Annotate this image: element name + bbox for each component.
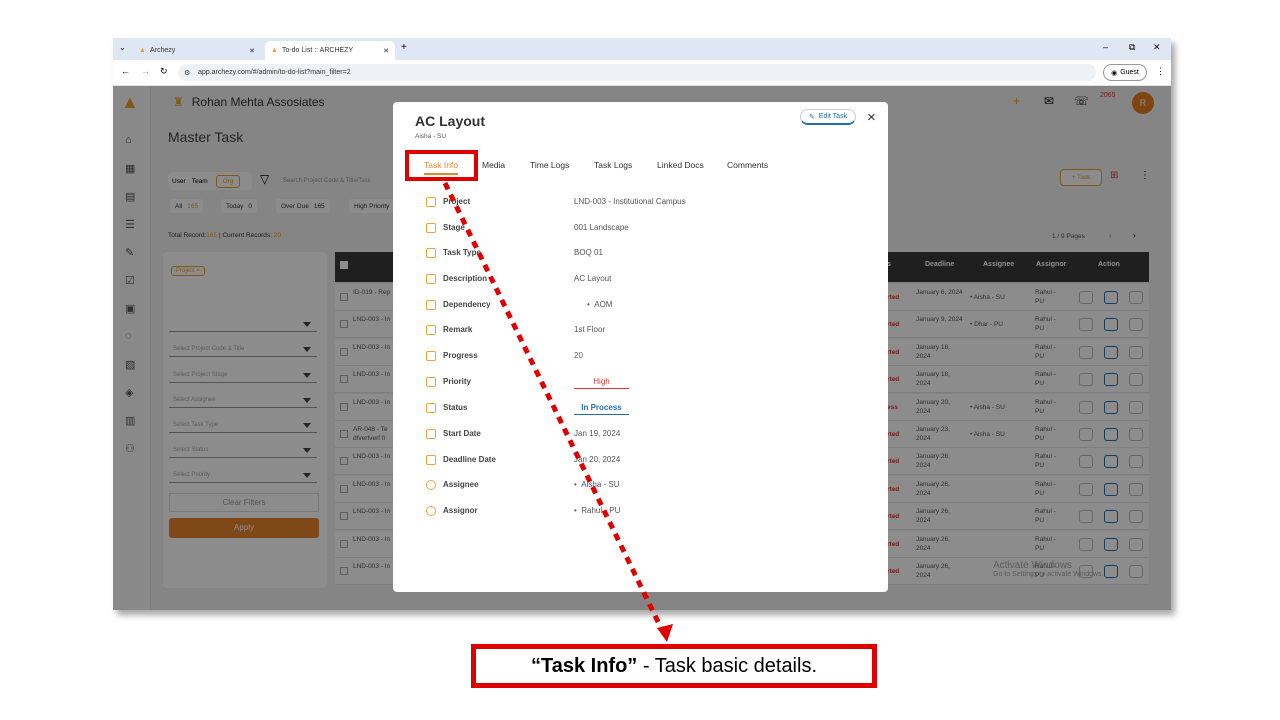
annotation-arrow xyxy=(442,181,673,642)
annotation-callout: “Task Info” - Task basic details. xyxy=(471,644,877,688)
